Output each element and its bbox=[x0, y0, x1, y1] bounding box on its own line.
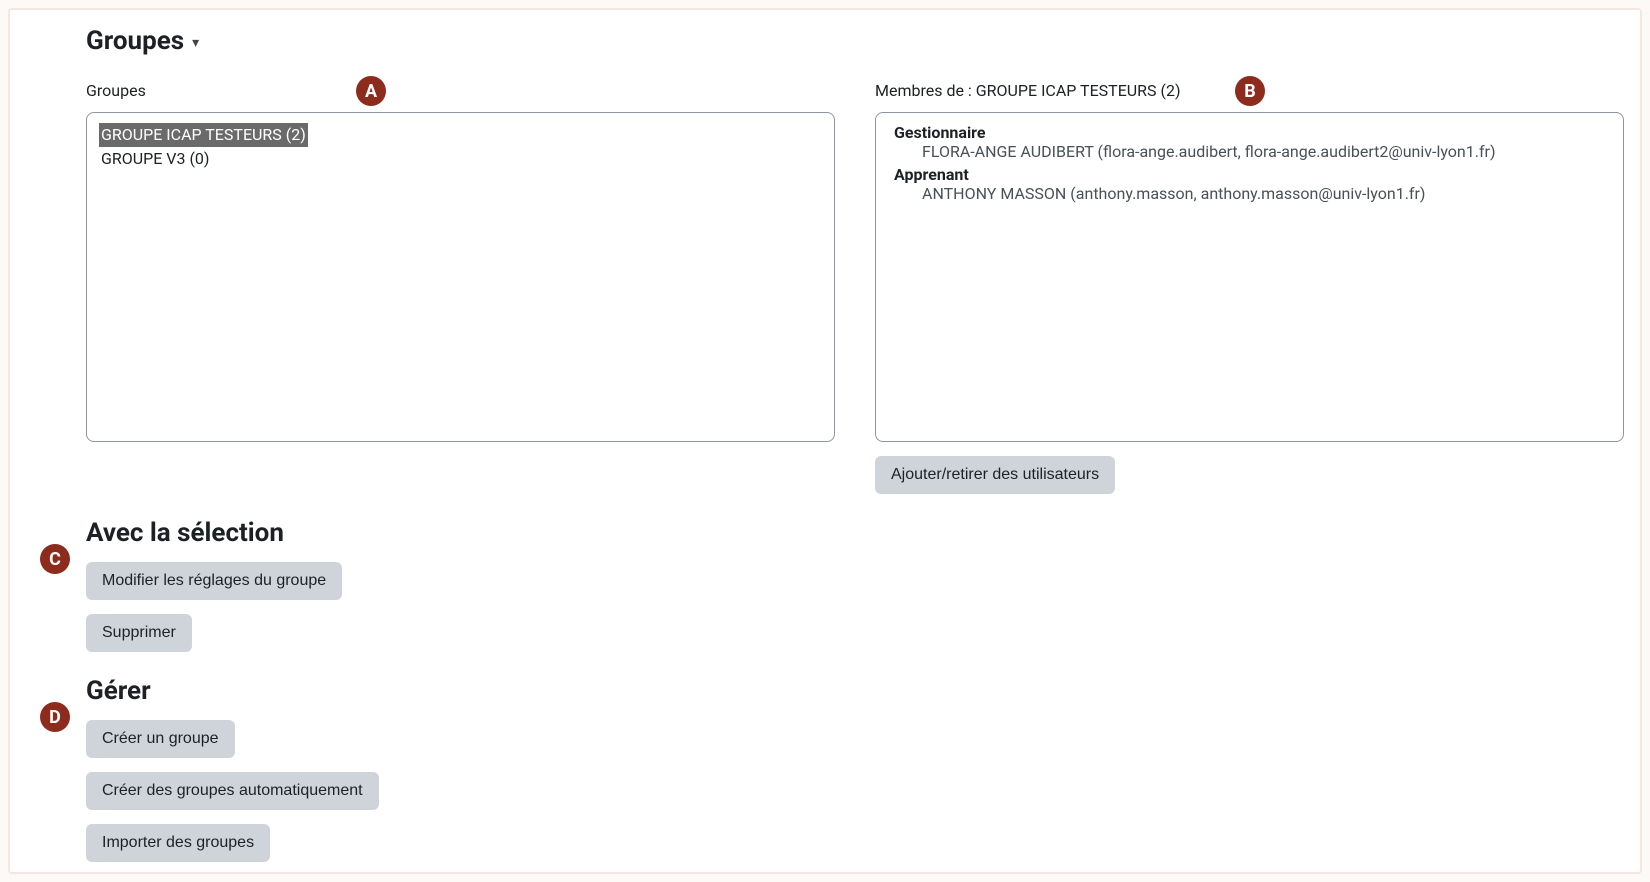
add-remove-users-button[interactable]: Ajouter/retirer des utilisateurs bbox=[875, 456, 1115, 494]
delete-group-button[interactable]: Supprimer bbox=[86, 614, 192, 652]
member-item[interactable]: FLORA-ANGE AUDIBERT (flora-ange.audibert… bbox=[922, 142, 1605, 161]
members-label: Membres de : GROUPE ICAP TESTEURS (2) bbox=[875, 81, 1181, 100]
groups-label: Groupes bbox=[86, 81, 146, 100]
selection-section: C Avec la sélection Modifier les réglage… bbox=[26, 518, 1624, 652]
page-title: Groupes bbox=[86, 26, 184, 56]
page-header: Groupes ▾ bbox=[26, 10, 1624, 76]
import-groups-button[interactable]: Importer des groupes bbox=[86, 824, 270, 862]
manage-heading: Gérer bbox=[86, 676, 1624, 706]
groups-column-header: Groupes bbox=[86, 76, 835, 104]
page-container: Groupes ▾ Groupes A GROUPE ICAP TESTEURS… bbox=[8, 8, 1642, 874]
create-group-button[interactable]: Créer un groupe bbox=[86, 720, 235, 758]
create-groups-auto-button[interactable]: Créer des groupes automatiquement bbox=[86, 772, 379, 810]
members-column: Membres de : GROUPE ICAP TESTEURS (2) B … bbox=[875, 76, 1624, 494]
columns: Groupes A GROUPE ICAP TESTEURS (2)GROUPE… bbox=[26, 76, 1624, 494]
annotation-marker-d: D bbox=[40, 702, 70, 732]
annotation-marker-b: B bbox=[1235, 76, 1265, 106]
member-role-heading: Gestionnaire bbox=[894, 123, 1605, 142]
groups-column: Groupes A GROUPE ICAP TESTEURS (2)GROUPE… bbox=[86, 76, 835, 494]
members-box-wrap: B GestionnaireFLORA-ANGE AUDIBERT (flora… bbox=[875, 112, 1624, 442]
edit-group-settings-button[interactable]: Modifier les réglages du groupe bbox=[86, 562, 342, 600]
groups-listbox[interactable]: GROUPE ICAP TESTEURS (2)GROUPE V3 (0) bbox=[86, 112, 835, 442]
groups-listbox-wrap: A GROUPE ICAP TESTEURS (2)GROUPE V3 (0) bbox=[86, 112, 835, 442]
manage-section: D Gérer Créer un groupe Créer des groupe… bbox=[26, 676, 1624, 862]
annotation-marker-a: A bbox=[356, 76, 386, 106]
chevron-down-icon[interactable]: ▾ bbox=[192, 35, 199, 51]
members-listbox[interactable]: GestionnaireFLORA-ANGE AUDIBERT (flora-a… bbox=[875, 112, 1624, 442]
member-role-heading: Apprenant bbox=[894, 165, 1605, 184]
selection-heading: Avec la sélection bbox=[86, 518, 1624, 548]
content: Groupes ▾ Groupes A GROUPE ICAP TESTEURS… bbox=[10, 10, 1640, 862]
member-item[interactable]: ANTHONY MASSON (anthony.masson, anthony.… bbox=[922, 184, 1605, 203]
group-option[interactable]: GROUPE ICAP TESTEURS (2) bbox=[99, 123, 308, 147]
group-option[interactable]: GROUPE V3 (0) bbox=[99, 147, 211, 171]
members-actions: Ajouter/retirer des utilisateurs bbox=[875, 442, 1624, 494]
annotation-marker-c: C bbox=[40, 544, 70, 574]
